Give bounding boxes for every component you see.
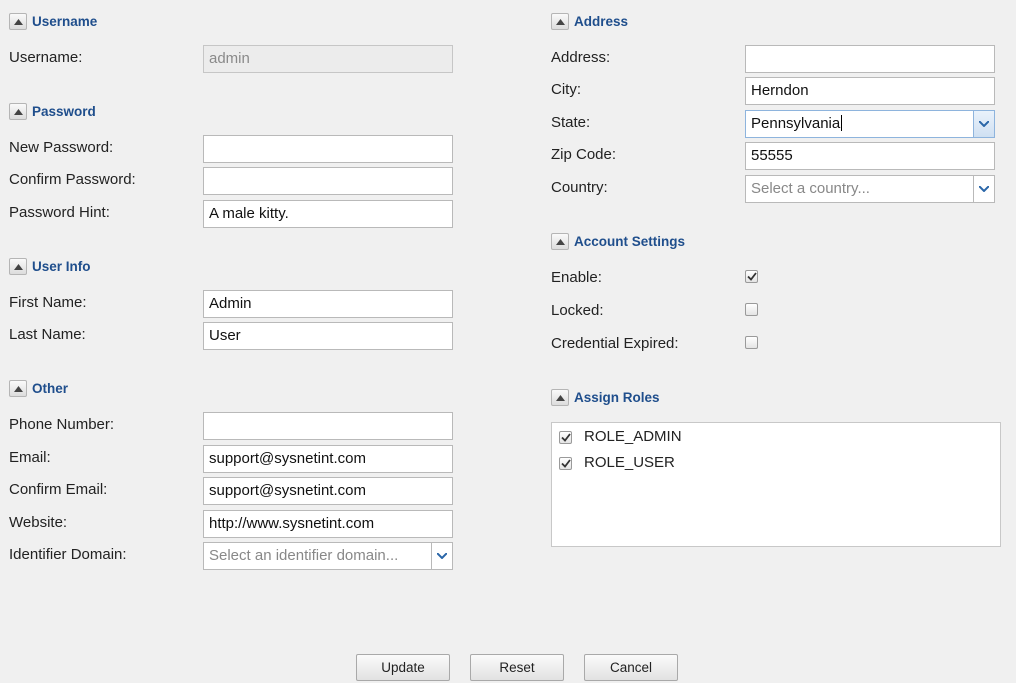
check-icon bbox=[561, 459, 571, 468]
new-password-label: New Password: bbox=[9, 139, 114, 156]
roles-list: ROLE_ADMIN ROLE_USER bbox=[551, 422, 1001, 547]
confirm-email-field[interactable]: support@sysnetint.com bbox=[203, 477, 453, 505]
identifier-domain-dropdown-button[interactable] bbox=[431, 543, 452, 569]
username-field: admin bbox=[203, 45, 453, 73]
chevron-up-icon bbox=[556, 19, 565, 25]
locked-label: Locked: bbox=[551, 302, 604, 319]
last-name-field[interactable]: User bbox=[203, 322, 453, 350]
identifier-domain-placeholder: Select an identifier domain... bbox=[209, 547, 399, 564]
section-title: Assign Roles bbox=[574, 390, 660, 405]
collapse-account-settings-button[interactable] bbox=[551, 233, 569, 250]
check-icon bbox=[561, 433, 571, 442]
enable-label: Enable: bbox=[551, 269, 602, 286]
section-title: Username bbox=[32, 14, 98, 29]
role-user-checkbox[interactable] bbox=[559, 457, 572, 470]
chevron-up-icon bbox=[14, 386, 23, 392]
role-label: ROLE_USER bbox=[584, 454, 675, 471]
address-field[interactable] bbox=[745, 45, 995, 73]
chevron-up-icon bbox=[14, 264, 23, 270]
address-label: Address: bbox=[551, 49, 611, 66]
email-field[interactable]: support@sysnetint.com bbox=[203, 445, 453, 473]
state-combo[interactable]: Pennsylvania bbox=[745, 110, 995, 138]
country-combo[interactable]: Select a country... bbox=[745, 175, 995, 203]
credential-expired-checkbox[interactable] bbox=[745, 336, 758, 349]
phone-number-field[interactable] bbox=[203, 412, 453, 440]
city-field[interactable]: Herndon bbox=[745, 77, 995, 105]
last-name-label: Last Name: bbox=[9, 326, 86, 343]
collapse-user-info-button[interactable] bbox=[9, 258, 27, 275]
chevron-down-icon bbox=[979, 121, 989, 127]
website-field[interactable]: http://www.sysnetint.com bbox=[203, 510, 453, 538]
enable-checkbox[interactable] bbox=[745, 270, 758, 283]
credential-expired-label: Credential Expired: bbox=[551, 335, 679, 352]
confirm-email-label: Confirm Email: bbox=[9, 481, 108, 498]
identifier-domain-label: Identifier Domain: bbox=[9, 546, 127, 563]
chevron-up-icon bbox=[556, 239, 565, 245]
new-password-field[interactable] bbox=[203, 135, 453, 163]
role-item-admin[interactable]: ROLE_ADMIN bbox=[552, 425, 1000, 449]
confirm-password-field[interactable] bbox=[203, 167, 453, 195]
email-label: Email: bbox=[9, 449, 51, 466]
chevron-down-icon bbox=[437, 553, 447, 559]
text-cursor bbox=[841, 115, 843, 132]
role-label: ROLE_ADMIN bbox=[584, 428, 682, 445]
zip-code-label: Zip Code: bbox=[551, 146, 617, 163]
collapse-address-button[interactable] bbox=[551, 13, 569, 30]
cancel-button[interactable]: Cancel bbox=[584, 654, 678, 681]
password-hint-label: Password Hint: bbox=[9, 204, 110, 221]
section-title: Address bbox=[574, 14, 629, 29]
collapse-other-button[interactable] bbox=[9, 380, 27, 397]
chevron-down-icon bbox=[979, 186, 989, 192]
role-item-user[interactable]: ROLE_USER bbox=[552, 451, 1000, 475]
website-label: Website: bbox=[9, 514, 68, 531]
phone-number-label: Phone Number: bbox=[9, 416, 115, 433]
section-title: Account Settings bbox=[574, 234, 686, 249]
section-title: Other bbox=[32, 381, 69, 396]
country-placeholder: Select a country... bbox=[751, 180, 870, 197]
city-label: City: bbox=[551, 81, 581, 98]
check-icon bbox=[747, 272, 757, 281]
country-dropdown-button[interactable] bbox=[973, 176, 994, 202]
first-name-field[interactable]: Admin bbox=[203, 290, 453, 318]
chevron-up-icon bbox=[14, 109, 23, 115]
first-name-label: First Name: bbox=[9, 294, 87, 311]
confirm-password-label: Confirm Password: bbox=[9, 171, 136, 188]
password-hint-field[interactable]: A male kitty. bbox=[203, 200, 453, 228]
state-dropdown-button[interactable] bbox=[973, 111, 994, 137]
chevron-up-icon bbox=[14, 19, 23, 25]
section-title: Password bbox=[32, 104, 96, 119]
country-label: Country: bbox=[551, 179, 608, 196]
state-value: Pennsylvania bbox=[751, 115, 843, 132]
collapse-assign-roles-button[interactable] bbox=[551, 389, 569, 406]
collapse-username-button[interactable] bbox=[9, 13, 27, 30]
collapse-password-button[interactable] bbox=[9, 103, 27, 120]
identifier-domain-combo[interactable]: Select an identifier domain... bbox=[203, 542, 453, 570]
zip-code-field[interactable]: 55555 bbox=[745, 142, 995, 170]
role-admin-checkbox[interactable] bbox=[559, 431, 572, 444]
reset-button[interactable]: Reset bbox=[470, 654, 564, 681]
username-label: Username: bbox=[9, 49, 83, 66]
locked-checkbox[interactable] bbox=[745, 303, 758, 316]
chevron-up-icon bbox=[556, 395, 565, 401]
section-title: User Info bbox=[32, 259, 91, 274]
update-button[interactable]: Update bbox=[356, 654, 450, 681]
state-label: State: bbox=[551, 114, 591, 131]
